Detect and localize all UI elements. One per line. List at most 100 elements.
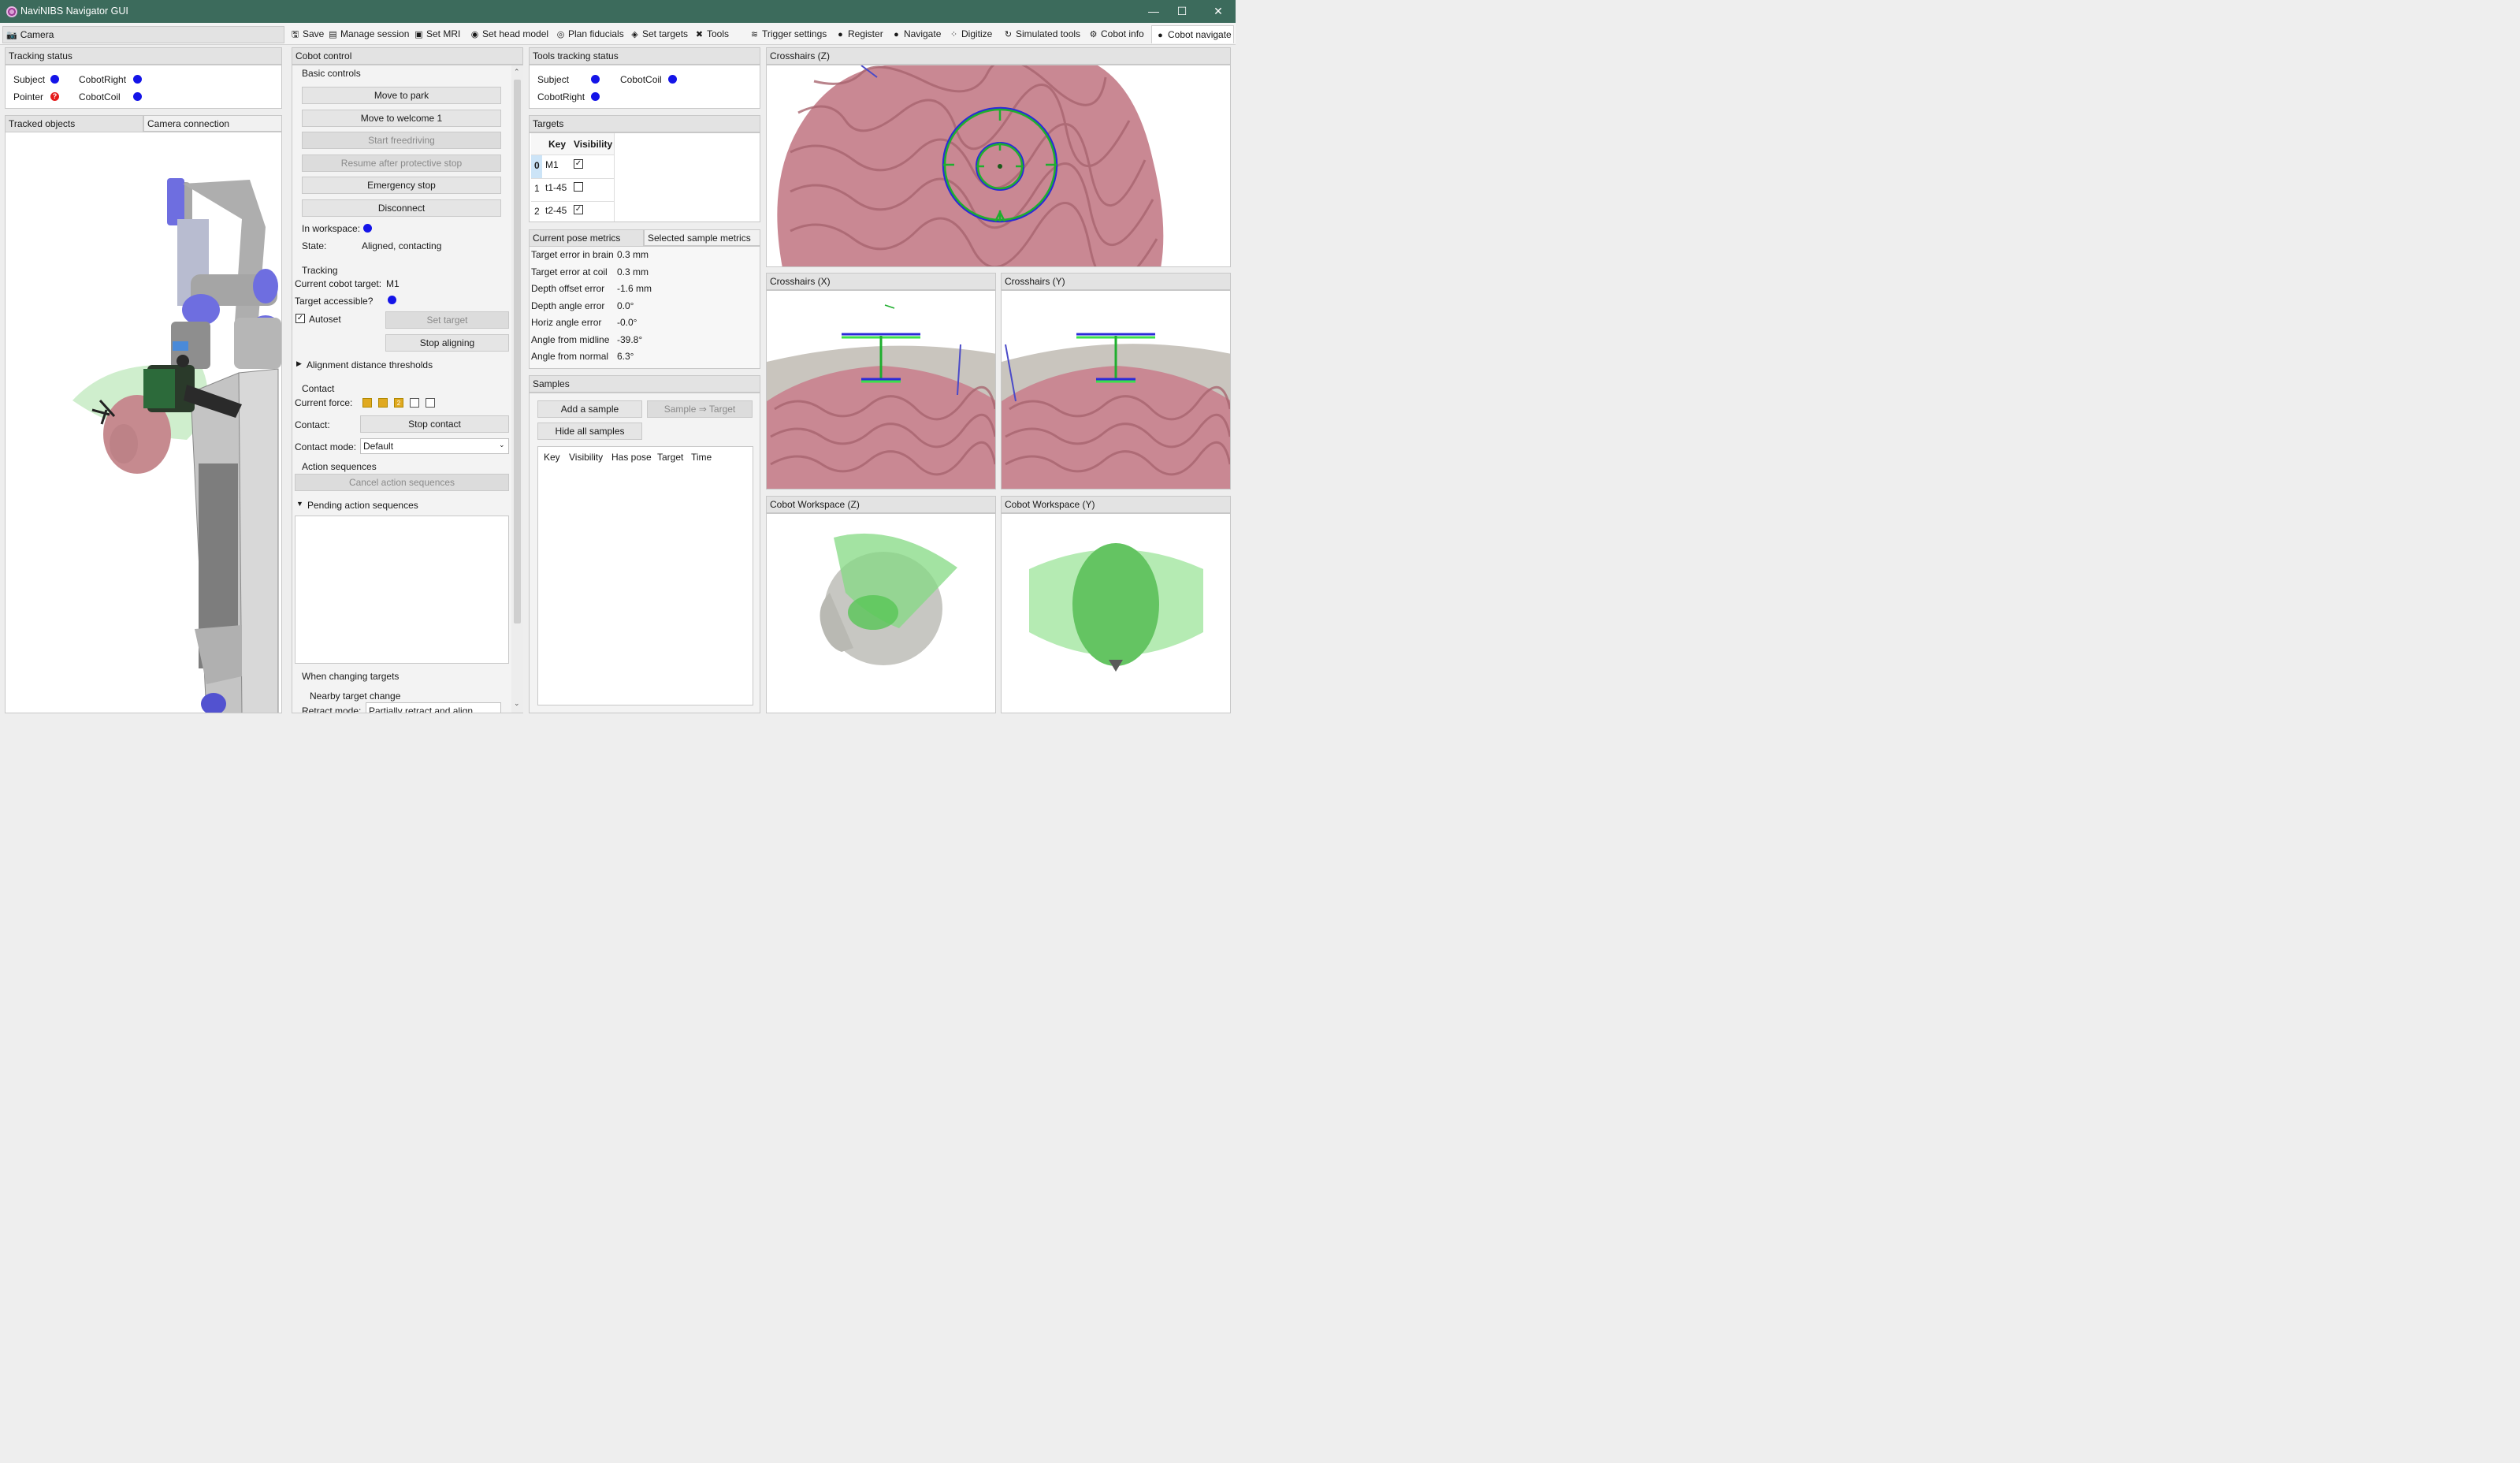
- cobot-control-header: Cobot control: [292, 47, 523, 65]
- cancel-action-sequences-button[interactable]: Cancel action sequences: [295, 474, 509, 491]
- samples-col-target[interactable]: Target: [657, 452, 683, 463]
- resume-protective-stop-button[interactable]: Resume after protective stop: [302, 154, 501, 172]
- crosshairs-x-view[interactable]: [766, 290, 996, 490]
- targets-row-index[interactable]: 0: [534, 160, 540, 171]
- workspace-z-view[interactable]: [766, 513, 996, 713]
- tab-trigger-settings[interactable]: ≋ Trigger settings: [749, 25, 827, 43]
- move-to-welcome-button[interactable]: Move to welcome 1: [302, 110, 501, 127]
- samples-header: Samples: [529, 375, 760, 393]
- targets-table[interactable]: Key Visibility 0 M1 ✓ 1 t1-45 2 t2-45 ✓: [529, 132, 760, 222]
- set-target-button[interactable]: Set target: [385, 311, 509, 329]
- chevron-down-icon: ⌄: [499, 441, 505, 449]
- force-level-4: [410, 398, 419, 408]
- metric-label: Depth offset error: [531, 283, 605, 294]
- contact-mode-select[interactable]: Default ⌄: [360, 438, 509, 454]
- pointer-status-icon: ?: [50, 92, 59, 101]
- sample-to-target-button[interactable]: Sample ⇒ Target: [647, 400, 753, 418]
- emergency-stop-button[interactable]: Emergency stop: [302, 177, 501, 194]
- workspace-y-view[interactable]: [1001, 513, 1231, 713]
- table-divider: [531, 178, 614, 179]
- tools-cobotcoil-status-icon: [668, 75, 677, 84]
- camera-3d-view[interactable]: [5, 132, 282, 713]
- metric-value: -39.8°: [617, 334, 643, 345]
- in-workspace-status-icon: [363, 224, 372, 233]
- tab-register[interactable]: ● Register: [835, 25, 883, 43]
- tab-simulated-tools[interactable]: ↻ Simulated tools: [1003, 25, 1080, 43]
- tab-tools[interactable]: ✖ Tools: [694, 25, 729, 43]
- samples-col-has-pose[interactable]: Has pose: [611, 452, 652, 463]
- metric-label: Angle from normal: [531, 351, 609, 362]
- targets-col-visibility[interactable]: Visibility: [574, 139, 612, 150]
- scroll-down-icon[interactable]: ⌄: [514, 699, 520, 708]
- targets-col-key[interactable]: Key: [548, 139, 566, 150]
- target-visibility-checkbox[interactable]: [574, 182, 583, 192]
- add-sample-button[interactable]: Add a sample: [537, 400, 642, 418]
- tab-set-head-model[interactable]: ◉ Set head model: [470, 25, 548, 43]
- target-visibility-checkbox[interactable]: ✓: [574, 159, 583, 169]
- crosshairs-x-header: Crosshairs (X): [766, 273, 996, 290]
- targets-row-index[interactable]: 2: [534, 206, 540, 217]
- retract-mode-label: Retract mode:: [302, 705, 362, 713]
- start-freedriving-button[interactable]: Start freedriving: [302, 132, 501, 149]
- metric-value: -0.0°: [617, 317, 637, 328]
- disconnect-button[interactable]: Disconnect: [302, 199, 501, 217]
- tab-cobot-navigate-label: Cobot navigate: [1168, 29, 1232, 40]
- tab-tracked-objects[interactable]: Tracked objects: [5, 115, 143, 132]
- tab-set-mri[interactable]: ▣ Set MRI: [414, 25, 460, 43]
- minimize-button[interactable]: —: [1138, 3, 1169, 19]
- tools-cobotright-status-icon: [591, 92, 600, 101]
- hide-all-samples-button[interactable]: Hide all samples: [537, 423, 642, 440]
- target-key-m1[interactable]: M1: [545, 159, 559, 170]
- cobot-control-scrollbar[interactable]: ⌃ ⌄: [511, 65, 523, 713]
- crosshairs-z-view[interactable]: [766, 65, 1231, 267]
- targets-row-index[interactable]: 1: [534, 183, 540, 194]
- collapse-arrow-icon[interactable]: ▼: [296, 500, 303, 508]
- tab-set-head-model-label: Set head model: [482, 28, 549, 39]
- robot-scene-illustration: [72, 178, 281, 713]
- cobotright-status-icon: [133, 75, 142, 84]
- autoset-checkbox[interactable]: ✓: [295, 314, 305, 323]
- pending-sequences-label[interactable]: Pending action sequences: [307, 500, 418, 511]
- navigate-icon: ●: [894, 30, 899, 39]
- metric-label: Depth angle error: [531, 300, 605, 311]
- crosshairs-y-view[interactable]: [1001, 290, 1231, 490]
- maximize-button[interactable]: ☐: [1166, 3, 1198, 19]
- tab-manage-session[interactable]: ▤ Manage session: [328, 25, 409, 43]
- tab-set-targets[interactable]: ◈ Set targets: [630, 25, 688, 43]
- tab-digitize[interactable]: ⁘ Digitize: [949, 25, 992, 43]
- tab-cobot-info[interactable]: ⚙ Cobot info: [1088, 25, 1144, 43]
- alignment-thresholds-label[interactable]: Alignment distance thresholds: [307, 359, 433, 370]
- targets-header: Targets: [529, 115, 760, 132]
- expand-arrow-icon[interactable]: ▶: [296, 359, 302, 368]
- samples-col-time[interactable]: Time: [691, 452, 712, 463]
- retract-mode-select[interactable]: Partially retract and align: [366, 702, 501, 713]
- pending-sequences-list[interactable]: [295, 516, 509, 664]
- samples-col-visibility[interactable]: Visibility: [569, 452, 603, 463]
- tab-selected-sample-metrics[interactable]: Selected sample metrics: [644, 229, 760, 246]
- state-label: State:: [302, 240, 327, 251]
- stop-contact-button[interactable]: Stop contact: [360, 415, 509, 433]
- tab-cobot-navigate[interactable]: ● Cobot navigate: [1151, 25, 1234, 43]
- samples-table[interactable]: Key Visibility Has pose Target Time: [537, 446, 753, 705]
- target-key-t1-45[interactable]: t1-45: [545, 182, 567, 193]
- scroll-up-icon[interactable]: ⌃: [514, 68, 520, 76]
- target-visibility-checkbox[interactable]: ✓: [574, 205, 583, 214]
- target-key-t2-45[interactable]: t2-45: [545, 205, 567, 216]
- workspace-head-side-illustration: [767, 514, 995, 713]
- tab-current-pose-metrics[interactable]: Current pose metrics: [529, 229, 644, 246]
- tab-set-targets-label: Set targets: [642, 28, 689, 39]
- simulated-icon: ↻: [1004, 30, 1013, 39]
- samples-col-key[interactable]: Key: [544, 452, 560, 463]
- scrollbar-thumb[interactable]: [514, 80, 521, 624]
- stop-aligning-button[interactable]: Stop aligning: [385, 334, 509, 352]
- tab-plan-fiducials[interactable]: ◎ Plan fiducials: [556, 25, 624, 43]
- workspace-z-header: Cobot Workspace (Z): [766, 496, 996, 513]
- metric-value: 0.3 mm: [617, 249, 649, 260]
- tab-digitize-label: Digitize: [961, 28, 993, 39]
- tab-save-label: Save: [303, 28, 325, 39]
- tab-camera-connection[interactable]: Camera connection: [143, 115, 282, 132]
- close-button[interactable]: ✕: [1202, 3, 1234, 19]
- move-to-park-button[interactable]: Move to park: [302, 87, 501, 104]
- tab-save[interactable]: 🖫 Save: [290, 25, 325, 43]
- tab-navigate[interactable]: ● Navigate: [891, 25, 941, 43]
